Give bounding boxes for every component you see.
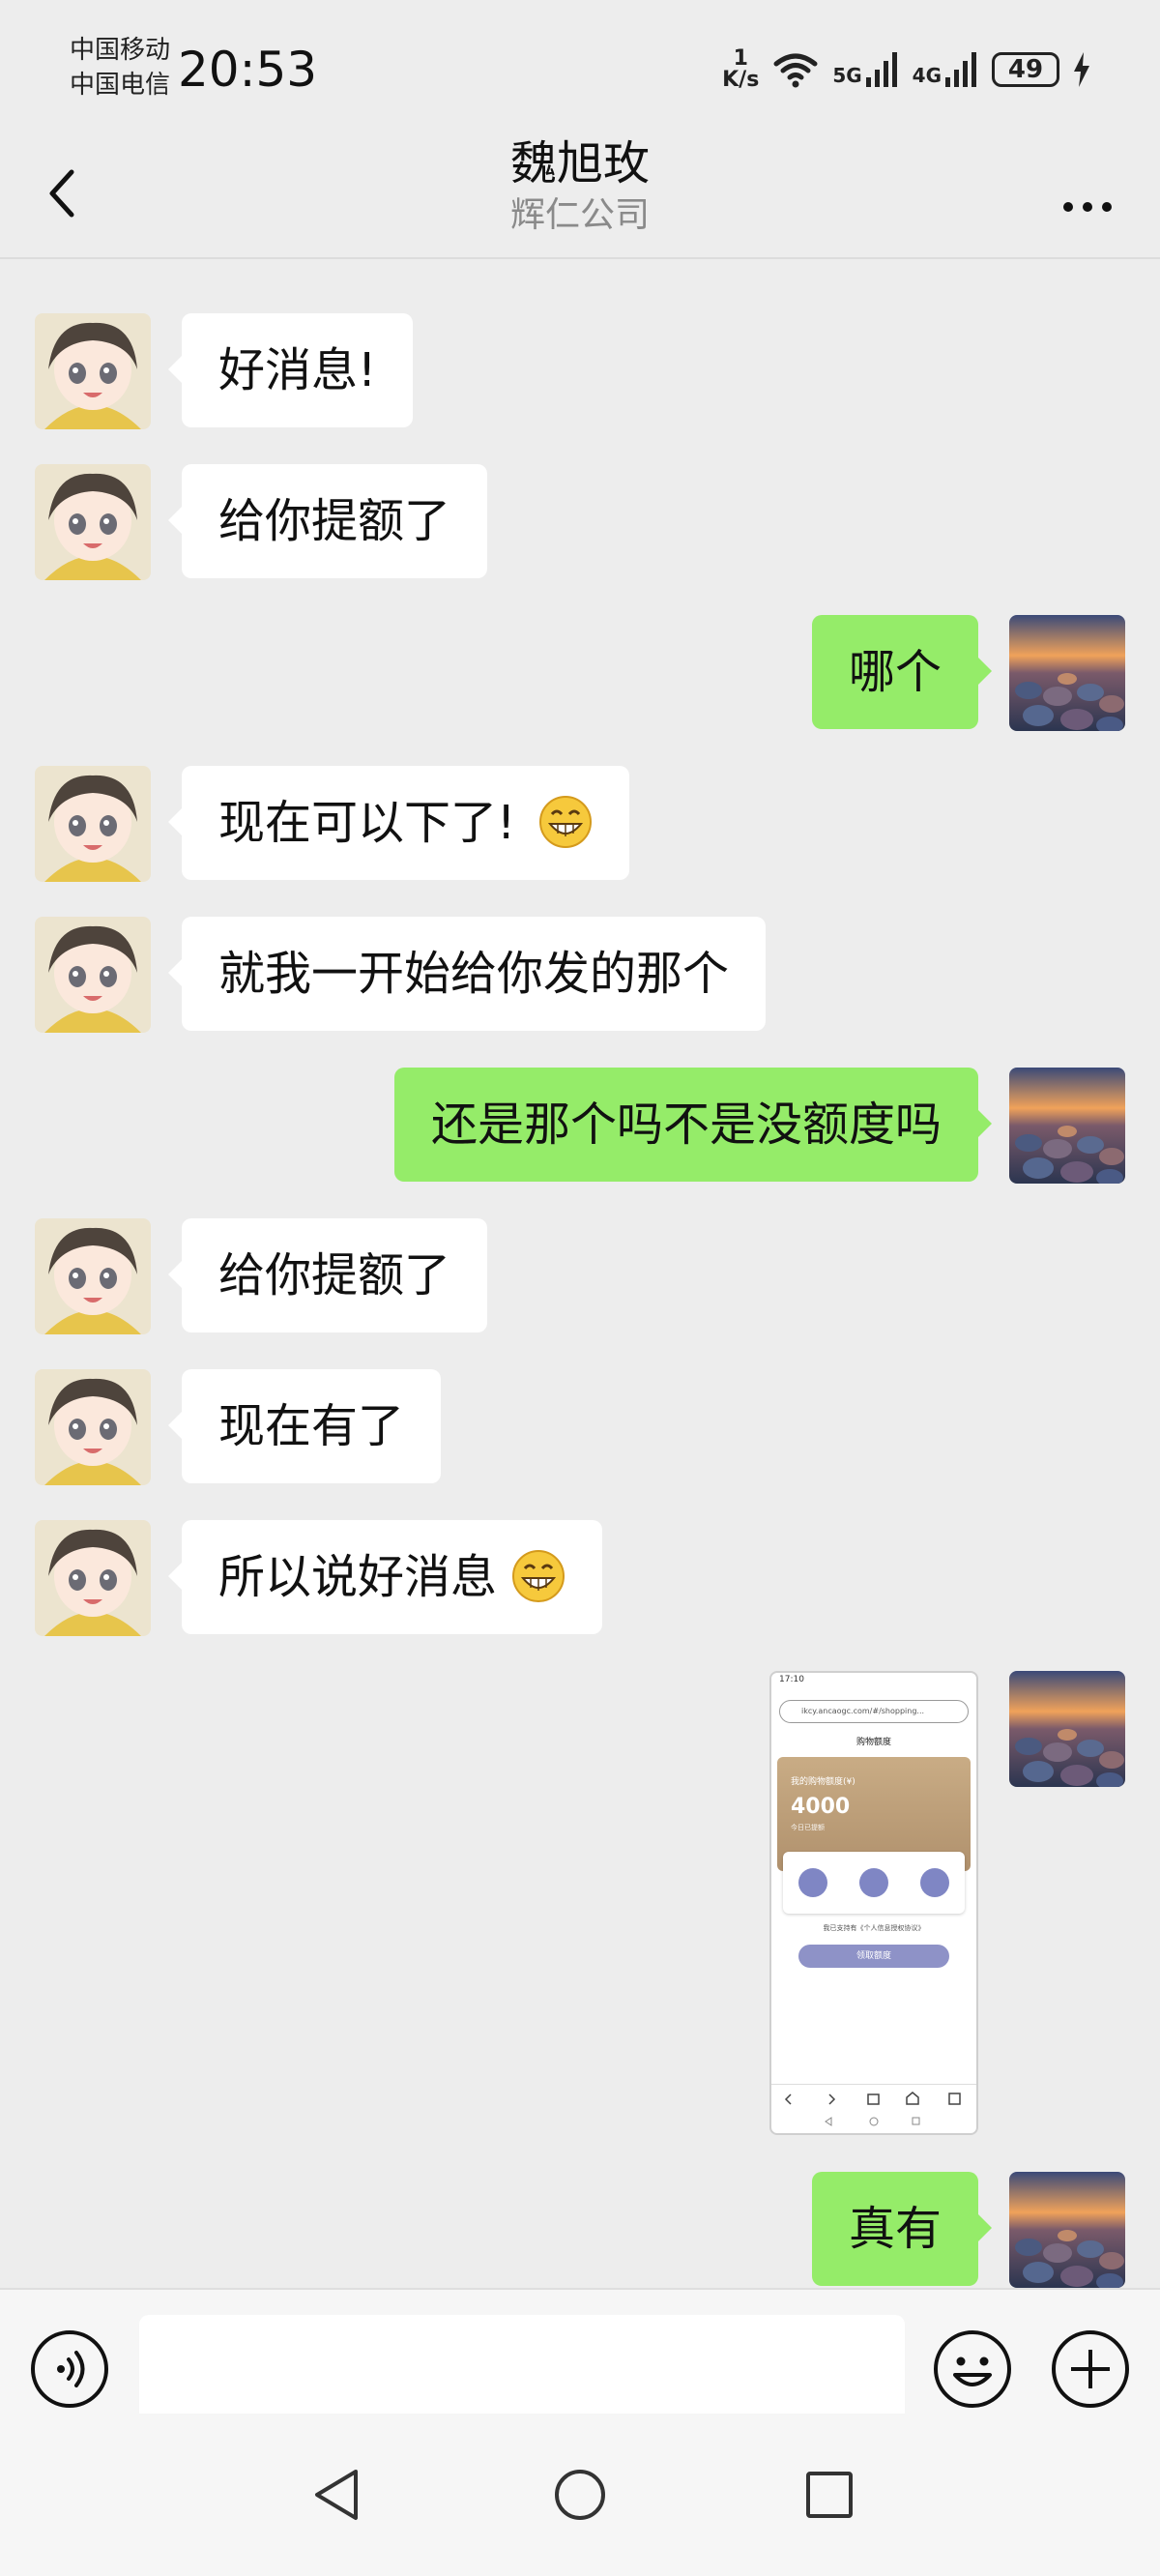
message-list[interactable]: 好消息! 给你提额了 哪个 现在可以下了! 就我一开始给你发的那个 还是那个吗不…	[0, 257, 1160, 2288]
carrier-1: 中国移动	[70, 36, 171, 65]
network-speed-unit: K/s	[722, 68, 760, 92]
plus-icon	[1052, 2330, 1129, 2408]
thumb-note: 我已支持有《个人信息授权协议》	[823, 1924, 925, 1932]
message-bubble-incoming[interactable]: 就我一开始给你发的那个	[167, 917, 767, 1031]
thumb-card-amount: 4000	[791, 1795, 851, 1819]
message-text: 所以说好消息	[218, 1550, 498, 1604]
thumb-browser-nav-icon	[784, 2092, 961, 2126]
thumb-title: 购物额度	[856, 1738, 891, 1747]
charging-icon	[1074, 52, 1089, 87]
my-avatar[interactable]	[1009, 615, 1125, 731]
chat-input-bar	[0, 2288, 1160, 2429]
chat-header: 魏旭玫 辉仁公司	[0, 135, 1160, 259]
more-icon	[1063, 202, 1112, 212]
network-speed-value: 1	[733, 46, 748, 71]
signal-bars-icon	[865, 52, 897, 87]
thumb-status: 17:10	[779, 1675, 804, 1684]
system-back-button[interactable]	[307, 2464, 365, 2530]
thumb-card-label: 我的购物额度(¥)	[791, 1777, 856, 1787]
message-text: 现在可以下了!	[218, 796, 516, 850]
smiley-icon	[934, 2330, 1011, 2408]
contact-avatar[interactable]	[35, 917, 151, 1033]
thumb-user-icon	[858, 1868, 888, 1897]
system-nav-bar	[0, 2414, 1160, 2576]
more-button[interactable]	[1054, 155, 1121, 236]
thumb-card-sub: 今日已提额	[791, 1824, 825, 1831]
contact-company: 辉仁公司	[509, 195, 650, 235]
signal-4g-label: 4G	[912, 64, 942, 87]
contact-avatar[interactable]	[35, 464, 151, 580]
battery-indicator: 49	[992, 52, 1059, 87]
grin-emoji-icon	[538, 796, 592, 848]
my-avatar[interactable]	[1009, 2172, 1125, 2288]
signal-5g: 5G	[832, 52, 898, 87]
message-bubble-outgoing[interactable]: 真有	[811, 2172, 993, 2286]
grin-emoji-icon	[512, 1550, 566, 1602]
signal-5g-label: 5G	[832, 64, 862, 87]
status-time: 20:53	[178, 42, 318, 98]
message-input[interactable]	[139, 2315, 905, 2429]
carrier-2: 中国电信	[70, 71, 171, 100]
message-bubble-incoming[interactable]: 给你提额了	[167, 1218, 488, 1332]
thumb-button: 领取额度	[798, 1945, 949, 1968]
contact-avatar[interactable]	[35, 1218, 151, 1334]
status-icons: 1 K/s 5G 4G 49	[722, 41, 1090, 99]
contact-avatar[interactable]	[35, 766, 151, 882]
message-bubble-incoming[interactable]: 现在可以下了!	[168, 766, 629, 880]
more-functions-button[interactable]	[1050, 2328, 1131, 2414]
status-bar: 中国移动 中国电信 20:53 1 K/s 5G 4G 49	[0, 0, 1160, 135]
network-speed: 1 K/s	[722, 48, 759, 91]
contact-avatar[interactable]	[35, 313, 151, 429]
voice-button[interactable]	[29, 2328, 110, 2414]
message-bubble-incoming[interactable]: 好消息!	[167, 313, 414, 427]
contact-avatar[interactable]	[35, 1369, 151, 1485]
system-home-button[interactable]	[551, 2464, 609, 2530]
square-recents-icon	[806, 2472, 853, 2518]
message-bubble-outgoing[interactable]: 还是那个吗不是没额度吗	[393, 1068, 993, 1182]
my-avatar[interactable]	[1009, 1671, 1125, 1787]
thumb-url: ikcy.ancaogc.com/#/shopping...	[779, 1700, 969, 1723]
message-bubble-incoming[interactable]: 现在有了	[167, 1369, 442, 1483]
thumb-browser-bar	[771, 2084, 976, 2133]
message-bubble-outgoing[interactable]: 哪个	[811, 615, 993, 729]
image-message[interactable]: 17:10 ikcy.ancaogc.com/#/shopping... 购物额…	[769, 1671, 978, 2135]
emoji-button[interactable]	[932, 2328, 1013, 2414]
voice-icon	[31, 2330, 108, 2408]
contact-avatar[interactable]	[35, 1520, 151, 1636]
wifi-icon	[773, 53, 818, 88]
thumb-icon-row	[783, 1852, 965, 1914]
circle-home-icon	[555, 2470, 605, 2520]
carrier-info: 中国移动 中国电信	[70, 33, 170, 102]
my-avatar[interactable]	[1009, 1068, 1125, 1184]
signal-4g: 4G	[913, 52, 978, 87]
thumb-doc-icon	[919, 1868, 949, 1897]
signal-bars-icon	[945, 52, 976, 87]
system-recents-button[interactable]	[800, 2464, 858, 2530]
message-bubble-incoming[interactable]: 所以说好消息	[167, 1520, 603, 1634]
triangle-back-icon	[315, 2470, 358, 2520]
contact-name: 魏旭玫	[509, 136, 650, 190]
message-bubble-incoming[interactable]: 给你提额了	[167, 464, 488, 578]
thumb-wallet-icon	[798, 1868, 828, 1897]
